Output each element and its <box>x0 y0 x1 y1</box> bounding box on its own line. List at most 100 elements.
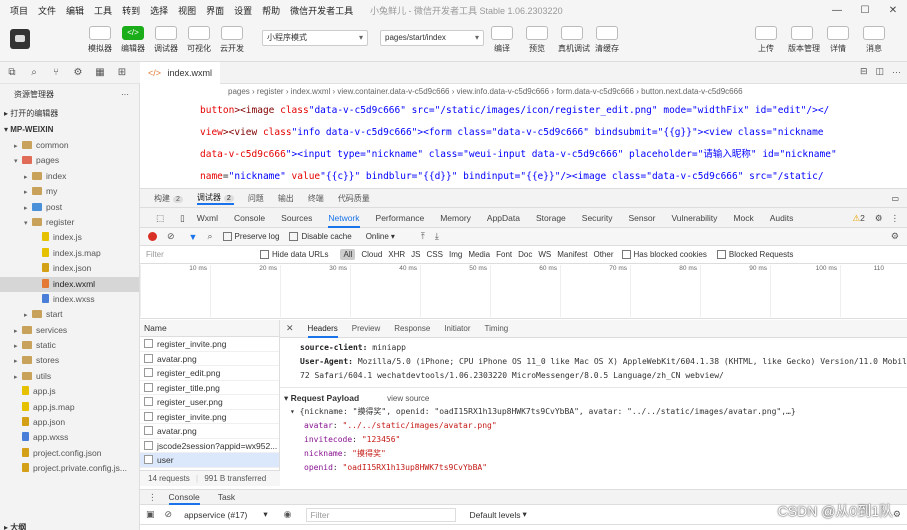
menu-item[interactable]: 帮助 <box>262 4 280 17</box>
open-editors-section[interactable]: ▸ 打开的编辑器 <box>0 106 139 122</box>
name-column-header[interactable]: Name <box>140 320 279 337</box>
tree-item-index-json[interactable]: index.json <box>0 261 139 276</box>
mode-select[interactable]: 小程序模式 <box>262 30 368 46</box>
tree-item-pages[interactable]: ▾ pages <box>0 153 139 168</box>
menu-item[interactable]: 视图 <box>178 4 196 17</box>
toolbar-button-2[interactable]: 预览 <box>523 26 551 54</box>
tab-mock[interactable]: Mock <box>733 208 753 228</box>
detail-tab-initiator[interactable]: Initiator <box>444 320 470 338</box>
tab-performance[interactable]: Performance <box>376 208 425 228</box>
request-row[interactable]: register_invite.png <box>140 337 279 352</box>
tab-appdata[interactable]: AppData <box>487 208 520 228</box>
tab-network[interactable]: Network <box>328 208 360 228</box>
remote-icon[interactable]: ⊞ <box>112 67 132 78</box>
menu-item[interactable]: 转到 <box>122 4 140 17</box>
tree-item-register[interactable]: ▾ register <box>0 215 139 230</box>
type-filter-cloud[interactable]: Cloud <box>361 250 382 259</box>
type-filter-other[interactable]: Other <box>593 250 613 259</box>
request-row[interactable]: jscode2session?appid=wx952... <box>140 439 279 453</box>
detail-tab-preview[interactable]: Preview <box>352 320 380 338</box>
clear-console-icon[interactable]: ⊘ <box>165 509 173 520</box>
avatar[interactable] <box>10 29 30 49</box>
close-detail-icon[interactable]: ✕ <box>286 323 294 334</box>
type-filter-js[interactable]: JS <box>411 250 420 259</box>
tree-item-app-json[interactable]: app.json <box>0 415 139 430</box>
sidebar-toggle-icon[interactable]: ▣ <box>146 509 155 520</box>
request-row[interactable]: register_title.png <box>140 381 279 395</box>
tree-item-start[interactable]: ▸ start <box>0 307 139 322</box>
export-icon[interactable]: ⤓ <box>435 231 439 242</box>
tree-item-project-config-json[interactable]: project.config.json <box>0 446 139 461</box>
toolbar-button-3[interactable]: 调试器 <box>152 26 180 54</box>
preserve-log-checkbox[interactable] <box>222 232 232 241</box>
settings-icon[interactable]: ⚙ <box>891 231 899 242</box>
tree-item-stores[interactable]: ▸ stores <box>0 353 139 368</box>
source-control-icon[interactable]: ⑂ <box>46 67 66 78</box>
tree-item-services[interactable]: ▸ services <box>0 323 139 338</box>
tab-sources[interactable]: Sources <box>281 208 312 228</box>
tab-index-wxml[interactable]: </> index.wxml × <box>140 62 220 100</box>
settings-icon[interactable]: ⚙ <box>875 208 883 228</box>
tree-item-index-js[interactable]: index.js <box>0 230 139 245</box>
disable-cache-checkbox[interactable] <box>289 232 299 241</box>
extensions-icon[interactable]: ▦ <box>90 67 110 78</box>
hide-data-urls-checkbox[interactable] <box>260 250 269 259</box>
menu-item[interactable]: 项目 <box>10 4 28 17</box>
code-editor[interactable]: button><image class"data-v-c5d9c666" src… <box>140 100 907 188</box>
import-icon[interactable]: ⤒ <box>421 231 425 242</box>
drawer-tab-task[interactable]: Task <box>218 489 235 505</box>
tree-item-my[interactable]: ▸ my <box>0 184 139 199</box>
record-icon[interactable] <box>148 232 157 241</box>
debug-icon[interactable]: ⚙ <box>68 67 88 78</box>
toolbar-button-4[interactable]: 可视化 <box>185 26 213 54</box>
type-filter-ws[interactable]: WS <box>538 250 551 259</box>
context-select[interactable]: appservice (#17) <box>184 510 247 520</box>
toolbar-button-1[interactable]: 模拟器 <box>86 26 114 54</box>
tab-wxml[interactable]: Wxml <box>197 208 218 228</box>
type-filter-manifest[interactable]: Manifest <box>557 250 587 259</box>
type-filter-css[interactable]: CSS <box>427 250 443 259</box>
toolbar-button-3[interactable]: 详情 <box>824 26 852 54</box>
network-timeline[interactable]: 10 ms 20 ms 30 ms 40 ms 50 ms 60 ms 70 ms 80 ms… <box>140 264 907 319</box>
search-icon[interactable]: ⌕ <box>207 231 212 242</box>
outline-section[interactable]: ▸ 大纲 <box>4 522 26 530</box>
tree-item-project-private-config-js-[interactable]: project.private.config.js... <box>0 461 139 476</box>
tab-memory[interactable]: Memory <box>440 208 471 228</box>
tab-audits[interactable]: Audits <box>770 208 794 228</box>
log-levels-select[interactable]: Default levels <box>470 510 521 520</box>
tree-item-post[interactable]: ▸ post <box>0 200 139 215</box>
breadcrumb-item[interactable]: pages <box>228 87 250 96</box>
blocked-requests-checkbox[interactable] <box>716 250 726 259</box>
toolbar-button-4[interactable]: 清缓存 <box>593 26 621 54</box>
toolbar-button-3[interactable]: 真机调试 <box>558 26 590 54</box>
menu-item[interactable]: 设置 <box>234 4 252 17</box>
menu-item[interactable]: 选择 <box>150 4 168 17</box>
drawer-tab-console[interactable]: Console <box>168 489 200 505</box>
devtools-top-tab[interactable]: 问题 <box>248 193 264 204</box>
tree-item-utils[interactable]: ▸ utils <box>0 369 139 384</box>
detail-tab-response[interactable]: Response <box>394 320 430 338</box>
menu-item[interactable]: 文件 <box>38 4 56 17</box>
toolbar-button-4[interactable]: 消息 <box>860 26 888 54</box>
request-row[interactable]: avatar.png <box>140 424 279 439</box>
device-icon[interactable]: ▯ <box>180 208 185 228</box>
breadcrumb-item[interactable]: index.wxml <box>291 87 331 96</box>
toolbar-button-5[interactable]: 云开发 <box>218 26 246 54</box>
request-row[interactable]: register_edit.png <box>140 366 279 381</box>
throttle-select[interactable]: Online <box>366 232 389 241</box>
tree-item-app-js[interactable]: app.js <box>0 384 139 399</box>
tree-item-index-wxml[interactable]: index.wxml <box>0 276 139 292</box>
more-icon[interactable]: ··· <box>121 84 129 106</box>
view-source-link[interactable]: view source <box>387 394 429 403</box>
request-row[interactable]: register_invite.png <box>140 410 279 424</box>
tab-vulnerability[interactable]: Vulnerability <box>671 208 717 228</box>
tree-item-static[interactable]: ▸ static <box>0 338 139 353</box>
devtools-top-tab[interactable]: 代码质量 <box>338 193 370 204</box>
toolbar-button-2[interactable]: </> 编辑器 <box>119 26 147 54</box>
console-filter-input[interactable]: Filter <box>305 507 456 522</box>
menu-item[interactable]: 微信开发者工具 <box>290 4 353 17</box>
tab-console[interactable]: Console <box>234 208 265 228</box>
warning-count[interactable]: ⚠2 <box>853 208 865 228</box>
devtools-top-tab[interactable]: 输出 <box>278 193 294 204</box>
detail-tab-timing[interactable]: Timing <box>485 320 509 338</box>
